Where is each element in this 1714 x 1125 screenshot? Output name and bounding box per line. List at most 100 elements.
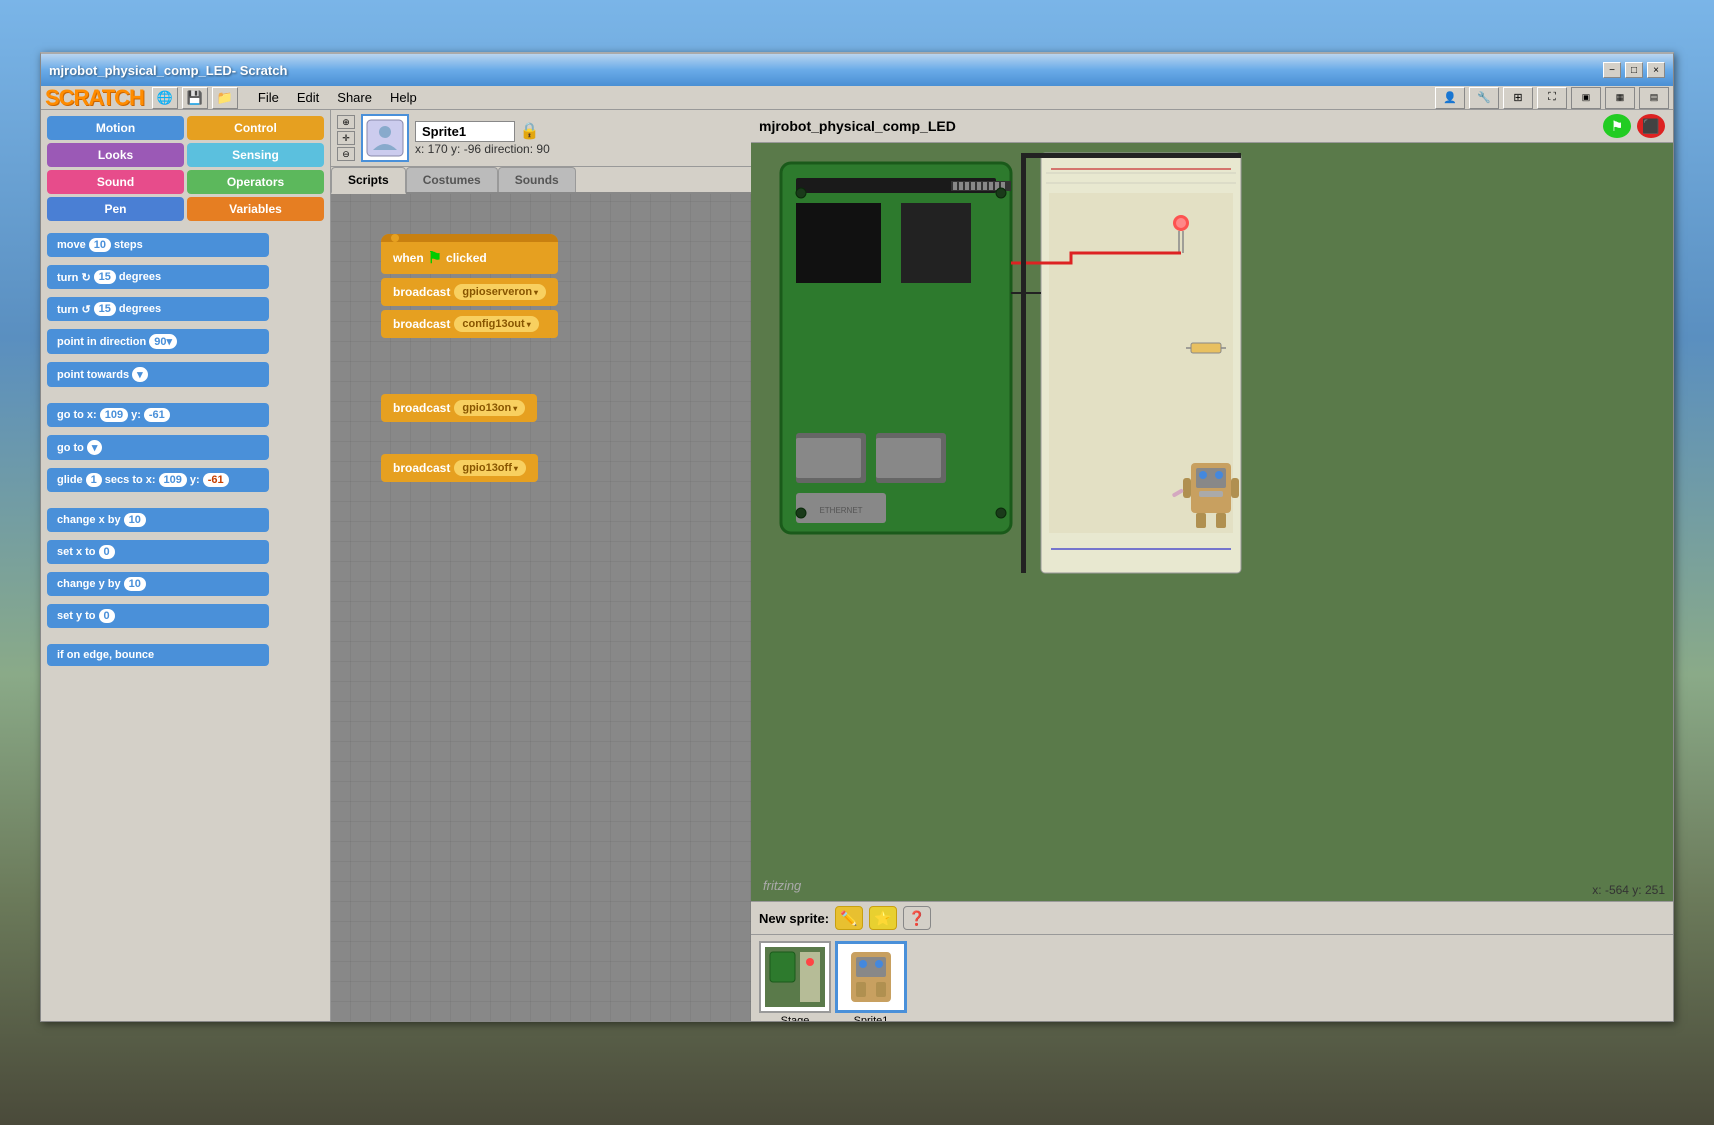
cat-pen-button[interactable]: Pen: [47, 197, 184, 221]
sprite1-label: Sprite1: [854, 1015, 889, 1021]
block-move: move 10 steps: [47, 233, 324, 261]
toolbar-right: 👤 🔧 ⊞ ⛶ ▣ ▦ ▤: [1435, 87, 1669, 109]
scripts-area[interactable]: when ⚑ clicked broadcast gpioserveron ▾ …: [331, 194, 751, 1021]
block-change-y: change y by 10: [47, 572, 324, 600]
sprite-coords: x: 170 y: -96 direction: 90: [415, 142, 550, 156]
random-sprite-button[interactable]: ⭐: [869, 906, 897, 930]
view-btn2[interactable]: ▦: [1605, 87, 1635, 109]
globe-icon-button[interactable]: 🌐: [152, 87, 178, 109]
menu-share[interactable]: Share: [329, 88, 380, 107]
block-set-y: set y to 0: [47, 604, 324, 632]
window-title: mjrobot_physical_comp_LED- Scratch: [49, 63, 287, 78]
menu-help[interactable]: Help: [382, 88, 425, 107]
block-goto: go to ▾: [47, 435, 324, 464]
middle-panel: ⊕ ✛ ⊖ 🔒 x: 170 y: -96 direction: 90: [331, 110, 751, 1021]
block-point-direction: point in direction 90▾: [47, 329, 324, 358]
stage-label: Stage: [781, 1015, 810, 1021]
new-sprite-label: New sprite:: [759, 911, 829, 926]
right-panel: mjrobot_physical_comp_LED ⚑ ⬛: [751, 110, 1673, 1021]
sprite1-item[interactable]: Sprite1: [835, 941, 907, 1021]
expand-icon-button[interactable]: ⊞: [1503, 87, 1533, 109]
toolbar-icons: 🌐 💾 📁: [152, 87, 238, 109]
main-content: Motion Control Looks Sensing Sound Opera…: [41, 110, 1673, 1021]
menu-edit[interactable]: Edit: [289, 88, 327, 107]
val-gpio13on: gpio13on ▾: [454, 400, 525, 416]
folder-icon-button[interactable]: 📁: [212, 87, 238, 109]
broadcast-gpio13off[interactable]: broadcast gpio13off ▾: [381, 454, 538, 482]
maximize-button[interactable]: □: [1625, 62, 1643, 78]
svg-text:ETHERNET: ETHERNET: [819, 506, 862, 515]
category-grid: Motion Control Looks Sensing Sound Opera…: [41, 110, 330, 227]
stage-canvas: ETHERNET: [751, 143, 1673, 901]
sprites-row: Stage: [751, 935, 1673, 1021]
val-gpioserveron: gpioserveron ▾: [454, 284, 546, 300]
sprite-header: ⊕ ✛ ⊖ 🔒 x: 170 y: -96 direction: 90: [331, 110, 751, 167]
sprite1-thumbnail: [835, 941, 907, 1013]
new-sprite-bar: New sprite: ✏️ ⭐ ❓: [751, 902, 1673, 935]
block-change-x: change x by 10: [47, 508, 324, 536]
event-block[interactable]: when ⚑ clicked: [381, 234, 558, 274]
stage-header: mjrobot_physical_comp_LED ⚑ ⬛: [751, 110, 1673, 143]
cat-control-button[interactable]: Control: [187, 116, 324, 140]
script-group-2: broadcast gpio13on ▾: [381, 394, 537, 422]
sprite-ctrl-add[interactable]: ⊕: [337, 115, 355, 129]
clicked-label: clicked: [446, 251, 487, 265]
stop-button[interactable]: ⬛: [1637, 114, 1665, 138]
tab-sounds[interactable]: Sounds: [498, 167, 576, 192]
sprite-resize-controls: ⊕ ✛ ⊖: [337, 115, 355, 161]
menu-file[interactable]: File: [250, 88, 287, 107]
cat-sound-button[interactable]: Sound: [47, 170, 184, 194]
scratch-window: mjrobot_physical_comp_LED- Scratch − □ ×…: [40, 52, 1674, 1022]
view-btn3[interactable]: ▤: [1639, 87, 1669, 109]
left-panel: Motion Control Looks Sensing Sound Opera…: [41, 110, 331, 1021]
block-turn-ccw: turn ↺ 15 degrees: [47, 297, 324, 325]
block-goto-xy: go to x: 109 y: -61: [47, 403, 324, 431]
fritzing-svg: ETHERNET: [751, 143, 1673, 901]
stage-thumbnail: [759, 941, 831, 1013]
menu-bar: SCRATCH 🌐 💾 📁 File Edit Share Help 👤 🔧 ⊞…: [41, 86, 1673, 110]
broadcast-gpio13on[interactable]: broadcast gpio13on ▾: [381, 394, 537, 422]
when-label: when: [393, 251, 424, 265]
scratch-logo: SCRATCH: [45, 85, 144, 111]
block-point-towards: point towards ▾: [47, 362, 324, 391]
run-button[interactable]: ⚑: [1603, 114, 1631, 138]
block-glide: glide 1 secs to x: 109 y: -61: [47, 468, 324, 496]
flag-icon: ⚑: [428, 248, 442, 268]
stage-controls: ⚑ ⬛: [1603, 114, 1665, 138]
tabs-bar: Scripts Costumes Sounds: [331, 167, 751, 194]
tab-costumes[interactable]: Costumes: [406, 167, 498, 192]
fritzing-label: fritzing: [763, 878, 801, 893]
settings-icon-button[interactable]: 🔧: [1469, 87, 1499, 109]
minimize-button[interactable]: −: [1603, 62, 1621, 78]
blocks-area: move 10 steps turn ↻ 15 degrees turn ↺ 1…: [41, 227, 330, 1021]
view-btn1[interactable]: ▣: [1571, 87, 1601, 109]
stage-title: mjrobot_physical_comp_LED: [759, 118, 956, 134]
script-group-1: when ⚑ clicked broadcast gpioserveron ▾ …: [381, 234, 558, 338]
cat-operators-button[interactable]: Operators: [187, 170, 324, 194]
block-set-x: set x to 0: [47, 540, 324, 568]
close-button[interactable]: ×: [1647, 62, 1665, 78]
stage-sprite-item[interactable]: Stage: [759, 941, 831, 1021]
cat-variables-button[interactable]: Variables: [187, 197, 324, 221]
cat-motion-button[interactable]: Motion: [47, 116, 184, 140]
upload-sprite-button[interactable]: ❓: [903, 906, 931, 930]
coords-display: x: -564 y: 251: [1592, 883, 1665, 897]
save-icon-button[interactable]: 💾: [182, 87, 208, 109]
menu-items: File Edit Share Help: [250, 88, 425, 107]
sprite-thumbnail: [361, 114, 409, 162]
block-turn-cw: turn ↻ 15 degrees: [47, 265, 324, 293]
paint-sprite-button[interactable]: ✏️: [835, 906, 863, 930]
cat-looks-button[interactable]: Looks: [47, 143, 184, 167]
tab-scripts[interactable]: Scripts: [331, 167, 406, 194]
val-gpio13off: gpio13off ▾: [454, 460, 526, 476]
user-icon-button[interactable]: 👤: [1435, 87, 1465, 109]
cat-sensing-button[interactable]: Sensing: [187, 143, 324, 167]
sprite-name-input[interactable]: [415, 121, 515, 142]
sprite-ctrl-sub[interactable]: ⊖: [337, 147, 355, 161]
sprite-lock-icon: 🔒: [519, 123, 539, 140]
fullscreen-icon-button[interactable]: ⛶: [1537, 87, 1567, 109]
title-bar: mjrobot_physical_comp_LED- Scratch − □ ×: [41, 54, 1673, 86]
sprite-ctrl-move[interactable]: ✛: [337, 131, 355, 145]
broadcast-gpioserveron[interactable]: broadcast gpioserveron ▾: [381, 278, 558, 306]
broadcast-config13out[interactable]: broadcast config13out ▾: [381, 310, 558, 338]
